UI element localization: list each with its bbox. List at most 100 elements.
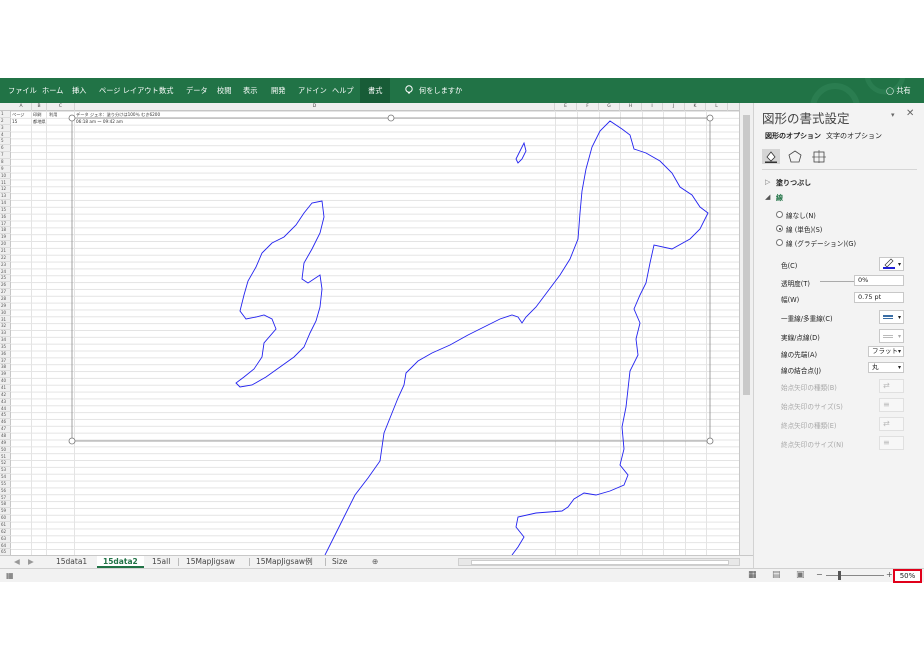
lines-icon: ≡ [883,400,890,409]
vertical-scrollbar[interactable] [740,103,753,555]
line-color-picker[interactable]: ▾ [879,257,904,271]
fill-section-header[interactable]: 塗りつぶし [776,178,811,188]
divider [762,169,917,170]
cap-type-value: フラット [872,347,898,355]
radio-solid-line[interactable] [776,225,783,232]
tab-text-options[interactable]: 文字のオプション [826,131,882,141]
end-arrow-type-label: 終点矢印の種類(E) [781,422,837,430]
tab-formulas[interactable]: 数式 [159,78,173,103]
zoom-level[interactable]: 50% [893,569,922,583]
tab-file[interactable]: ファイル [8,78,37,103]
sheet-tab-size[interactable]: Size [326,556,353,568]
tell-me-search[interactable]: 何をしますか [419,78,462,103]
pane-title: 図形の書式設定 [762,111,850,126]
compound-type-dropdown[interactable]: ▾ [879,310,904,324]
island-awaji [235,200,325,388]
radio-no-line-label: 線なし(N) [786,212,816,220]
worksheet[interactable]: A B C D E F G H I J K L 1 2 3 4 5 6 7 8 9 10 11 12 1… [0,103,740,555]
begin-arrow-size-dropdown[interactable]: ≡ [879,398,904,412]
close-icon[interactable]: ✕ [906,108,914,119]
tab-format[interactable]: 書式 [360,78,391,103]
zoom-slider[interactable] [826,575,884,576]
lightbulb-icon [405,85,413,94]
transparency-slider[interactable] [820,281,854,282]
tab-scroll-right-icon[interactable]: ▶ [22,556,40,568]
pane-options-icon[interactable]: ▾ [891,111,895,119]
tab-shape-options[interactable]: 図形のオプション [765,131,821,141]
tab-review[interactable]: 校閲 [217,78,231,103]
scroll-thumb[interactable] [471,560,729,565]
tab-separator [178,558,179,566]
macro-record-icon[interactable]: ▦ [6,571,14,580]
end-arrow-type-dropdown[interactable]: ⇄ [879,417,904,431]
effects-icon[interactable] [786,149,804,164]
radio-gradient-line[interactable] [776,239,783,246]
tab-page-layout[interactable]: ページ レイアウト [99,78,159,103]
begin-arrow-type-dropdown[interactable]: ⇄ [879,379,904,393]
status-bar: ▦ ▦ ▤ ▣ − + 50% [0,568,924,583]
format-shape-pane: 図形の書式設定 ▾ ✕ 図形のオプション 文字のオプション ▷ 塗りつぶし ◢ … [753,103,924,568]
end-arrow-size-label: 終点矢印のサイズ(N) [781,441,844,449]
tab-home[interactable]: ホーム [42,78,63,103]
ribbon-tab-bar: ファイル ホーム 挿入 ページ レイアウト 数式 データ 校閲 表示 開発 アド… [0,78,924,103]
transparency-input[interactable]: 0% [854,275,904,286]
scroll-thumb[interactable] [743,115,750,395]
line-section-arrow-icon[interactable]: ◢ [765,193,770,201]
lines-icon: ≡ [883,438,890,447]
end-arrow-size-dropdown[interactable]: ≡ [879,436,904,450]
chevron-down-icon: ▾ [897,261,901,268]
zoom-out-icon[interactable]: − [816,570,823,579]
page-layout-view-icon[interactable]: ▤ [772,570,781,580]
add-sheet-icon[interactable]: ⊕ [366,556,384,568]
sheet-tab-15data1[interactable]: 15data1 [50,556,93,568]
resize-handles[interactable] [68,114,714,445]
size-properties-icon[interactable] [810,149,828,164]
selection-box [71,117,711,442]
radio-solid-line-label: 線 (単色)(S) [786,226,823,234]
dash-type-dropdown[interactable]: ▾ [879,329,904,343]
chevron-down-icon: ▾ [897,333,901,340]
arrow-icon: ⇄ [883,419,890,428]
arrow-icon: ⇄ [883,381,890,390]
tab-addins[interactable]: アドイン [298,78,327,103]
begin-arrow-type-label: 始点矢印の種類(B) [781,384,837,392]
cap-type-dropdown[interactable]: フラット ▾ [868,346,904,357]
normal-view-icon[interactable]: ▦ [748,570,757,580]
compound-type-label: 一重線/多重線(C) [781,315,833,323]
join-type-dropdown[interactable]: 丸 ▾ [868,362,904,373]
join-type-value: 丸 [872,363,879,371]
sheet-tab-15all[interactable]: 15all [146,556,176,568]
island-small [515,141,527,164]
compound-line-icon [883,315,893,319]
horizontal-scrollbar[interactable] [458,558,740,566]
zoom-slider-thumb[interactable] [838,571,841,580]
fill-line-icon[interactable] [762,149,780,164]
zoom-in-icon[interactable]: + [886,570,893,579]
width-input[interactable]: 0.75 pt [854,292,904,303]
tab-help[interactable]: ヘルプ [332,78,354,103]
chevron-down-icon: ▾ [897,314,901,321]
pen-color-icon [883,258,895,269]
transparency-label: 透明度(T) [781,280,810,288]
sheet-tab-15mapjigsaw-example[interactable]: 15MapJigsaw例 [250,556,319,568]
map-freeform-shape[interactable] [0,103,740,555]
page-break-view-icon[interactable]: ▣ [796,570,805,580]
share-button[interactable]: ◯ 共有 [886,78,911,103]
radio-no-line[interactable] [776,211,783,218]
sheet-tab-bar: ◀ ▶ 15data1 15data2 15all 15MapJigsaw 15… [0,555,753,568]
sheet-tab-15data2[interactable]: 15data2 [97,556,144,568]
fill-section-arrow-icon[interactable]: ▷ [765,178,770,186]
begin-arrow-size-label: 始点矢印のサイズ(S) [781,403,843,411]
chevron-down-icon: ▾ [897,364,901,371]
tab-data[interactable]: データ [186,78,208,103]
sheet-tab-15mapjigsaw[interactable]: 15MapJigsaw [180,556,241,568]
tab-insert[interactable]: 挿入 [72,78,86,103]
coastline-main [324,120,709,555]
tab-developer[interactable]: 開発 [271,78,285,103]
join-type-label: 線の結合点(J) [781,367,822,375]
tab-view[interactable]: 表示 [243,78,257,103]
dash-type-label: 実線/点線(D) [781,334,820,342]
dash-line-icon [883,335,893,338]
line-section-header[interactable]: 線 [776,193,783,203]
chevron-down-icon: ▾ [897,348,901,355]
